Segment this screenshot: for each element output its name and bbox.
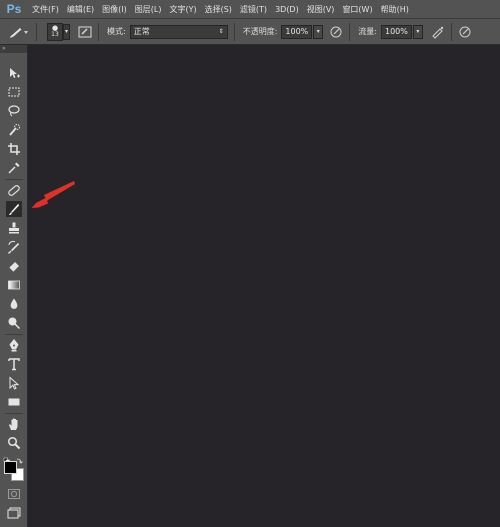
pen-icon: [9, 339, 19, 352]
opacity-dropdown[interactable]: ▾: [313, 24, 324, 39]
pen-tool[interactable]: [6, 337, 22, 353]
gradient-tool[interactable]: [6, 277, 22, 293]
menu-filter[interactable]: 滤镜(T): [240, 4, 267, 15]
flow-label: 流量:: [358, 27, 377, 36]
rectangle-icon: [8, 398, 20, 406]
crop-icon: [8, 143, 20, 155]
flow-input[interactable]: 100%: [380, 24, 412, 39]
history-brush-icon: [8, 240, 20, 254]
menu-bar: Ps 文件(F) 编辑(E) 图像(I) 图层(L) 文字(Y) 选择(S) 滤…: [0, 0, 500, 19]
updown-icon: ⇕: [218, 28, 224, 35]
quick-selection-icon: [9, 124, 20, 136]
pen-pressure-icon: [330, 26, 342, 37]
gradient-icon: [8, 280, 20, 290]
blur-drop-icon: [10, 298, 18, 309]
zoom-icon: [7, 436, 21, 450]
flow-dropdown[interactable]: ▾: [412, 24, 423, 39]
brush-tool[interactable]: [6, 201, 22, 217]
history-brush-tool[interactable]: [6, 239, 22, 255]
screen-mode-icon: [7, 507, 21, 519]
menu-3d[interactable]: 3D(D): [275, 5, 299, 14]
tool-preset-picker[interactable]: [8, 24, 30, 40]
brush-panel-toggle[interactable]: [78, 24, 92, 40]
separator: [450, 22, 452, 41]
separator: [233, 22, 235, 41]
lasso-icon: [8, 105, 20, 117]
tool-separator: [5, 413, 23, 414]
dodge-tool[interactable]: [6, 315, 22, 331]
hand-icon: [9, 418, 18, 430]
bandage-icon: [8, 185, 20, 196]
marquee-icon: [8, 87, 20, 97]
rectangle-tool[interactable]: [6, 394, 22, 410]
menu-select[interactable]: 选择(S): [205, 4, 232, 15]
mode-select[interactable]: 正常 ⇕: [129, 24, 228, 39]
options-bar: ● 13 ▾ 模式: 正常 ⇕ 不透明度: 100% ▾ 流量: 100% ▾: [0, 19, 500, 45]
brush-size-value: 13: [51, 31, 59, 38]
quick-mask-toggle[interactable]: [6, 486, 22, 502]
menu-help[interactable]: 帮助(H): [381, 4, 409, 15]
tools-panel: »: [0, 45, 28, 527]
opacity-label: 不透明度:: [242, 27, 278, 36]
brush-preset-dropdown[interactable]: ▾: [63, 23, 70, 40]
swap-colors-icon[interactable]: [16, 458, 23, 464]
airbrush-toggle[interactable]: [431, 24, 445, 40]
zoom-tool[interactable]: [6, 435, 22, 451]
foreground-color-swatch[interactable]: [4, 461, 17, 474]
airbrush-icon: [432, 26, 444, 39]
chevron-down-icon: [24, 30, 28, 34]
menu-file[interactable]: 文件(F): [32, 4, 59, 15]
color-swatch-controls: [3, 450, 25, 464]
tools-panel-collapse[interactable]: »: [0, 45, 27, 53]
blur-tool[interactable]: [6, 296, 22, 312]
screen-mode-toggle[interactable]: [6, 505, 22, 521]
pen-pressure-size-icon: [459, 26, 471, 37]
eraser-icon: [8, 262, 19, 273]
eyedropper-icon: [8, 162, 20, 174]
clone-stamp-tool[interactable]: [6, 220, 22, 236]
separator: [349, 22, 351, 41]
mode-label: 模式:: [107, 27, 126, 36]
type-tool[interactable]: [6, 356, 22, 372]
pressure-size-toggle[interactable]: [458, 24, 472, 40]
pressure-opacity-toggle[interactable]: [329, 24, 343, 40]
path-selection-tool[interactable]: [6, 375, 22, 391]
marquee-tool[interactable]: [6, 84, 22, 100]
menu-edit[interactable]: 编辑(E): [67, 4, 94, 15]
eraser-tool[interactable]: [6, 258, 22, 274]
move-icon: [10, 68, 20, 78]
tool-separator: [5, 334, 23, 335]
dodge-icon: [8, 317, 21, 330]
canvas-workspace[interactable]: [28, 45, 500, 527]
eyedropper-tool[interactable]: [6, 160, 22, 176]
stamp-icon: [9, 222, 19, 234]
menu-view[interactable]: 视图(V): [307, 4, 335, 15]
crop-tool[interactable]: [6, 141, 22, 157]
brush-icon: [10, 27, 28, 38]
menu-window[interactable]: 窗口(W): [342, 4, 372, 15]
quick-selection-tool[interactable]: [6, 122, 22, 138]
tool-separator: [5, 179, 23, 180]
menu-layer[interactable]: 图层(L): [135, 4, 162, 15]
lasso-tool[interactable]: [6, 103, 22, 119]
separator: [98, 22, 99, 41]
menu-image[interactable]: 图像(I): [102, 4, 127, 15]
quick-mask-icon: [8, 489, 20, 499]
type-icon: [8, 358, 20, 371]
separator: [36, 22, 37, 41]
mode-value: 正常: [133, 27, 150, 36]
brush-panel-icon: [78, 26, 92, 37]
opacity-input[interactable]: 100%: [281, 24, 313, 39]
healing-brush-tool[interactable]: [6, 182, 22, 198]
brush-preset-picker[interactable]: ● 13: [47, 22, 63, 41]
hand-tool[interactable]: [6, 416, 22, 432]
move-tool[interactable]: [6, 65, 22, 81]
photoshop-logo: Ps: [6, 2, 22, 16]
brush-icon: [9, 204, 20, 215]
path-selection-icon: [9, 376, 20, 390]
menu-type[interactable]: 文字(Y): [169, 4, 196, 15]
